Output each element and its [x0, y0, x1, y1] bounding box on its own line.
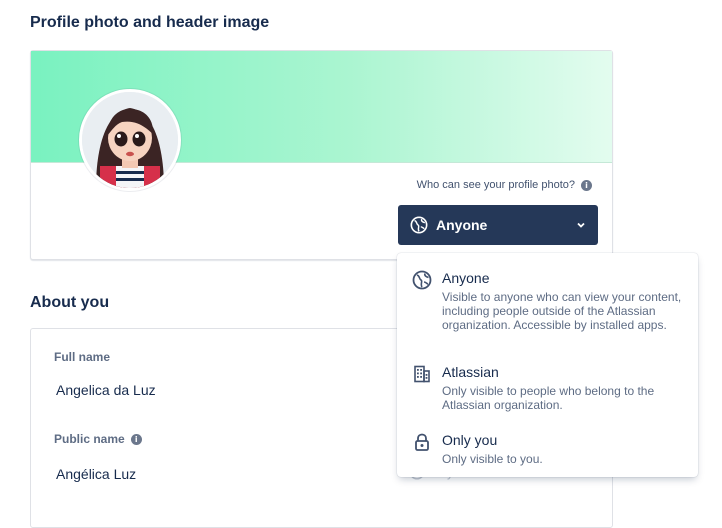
- public-name-label: Public name i: [54, 432, 142, 446]
- option-description: Visible to anyone who can view your cont…: [442, 290, 682, 332]
- photo-visibility-dropdown[interactable]: Anyone: [398, 205, 598, 245]
- lock-icon: [415, 433, 429, 451]
- globe-icon: [412, 270, 432, 290]
- option-title: Anyone: [442, 270, 490, 286]
- visibility-dropdown-menu: Anyone Visible to anyone who can view yo…: [397, 253, 698, 477]
- avatar-illustration: [82, 92, 178, 188]
- info-icon[interactable]: i: [581, 179, 592, 191]
- public-name-field[interactable]: Angélica Luz: [56, 466, 136, 482]
- option-title: Atlassian: [442, 364, 499, 380]
- public-name-label-text: Public name: [54, 432, 125, 446]
- option-description: Only visible to people who belong to the…: [442, 384, 655, 412]
- profile-photo-section-title: Profile photo and header image: [30, 14, 270, 31]
- visibility-option-atlassian[interactable]: Atlassian Only visible to people who bel…: [397, 363, 698, 412]
- profile-photo-card: Who can see your profile photo? i Anyone: [30, 50, 613, 260]
- option-title: Only you: [442, 432, 498, 448]
- full-name-label: Full name: [54, 350, 110, 364]
- photo-visibility-question: Who can see your profile photo? i: [417, 179, 592, 191]
- full-name-label-text: Full name: [54, 350, 111, 364]
- photo-visibility-question-text: Who can see your profile photo?: [416, 179, 575, 191]
- option-description: Only visible to you.: [442, 452, 543, 466]
- about-you-section-title: About you: [30, 294, 110, 311]
- avatar[interactable]: [79, 89, 181, 191]
- photo-visibility-selected: Anyone: [436, 217, 488, 233]
- visibility-option-anyone[interactable]: Anyone Visible to anyone who can view yo…: [397, 269, 698, 332]
- building-icon: [414, 365, 430, 383]
- info-icon[interactable]: i: [130, 433, 142, 445]
- visibility-option-only-you[interactable]: Only you Only visible to you.: [397, 431, 698, 466]
- full-name-field[interactable]: Angelica da Luz: [56, 382, 156, 398]
- globe-icon: [410, 216, 428, 234]
- chevron-down-icon: [577, 222, 585, 228]
